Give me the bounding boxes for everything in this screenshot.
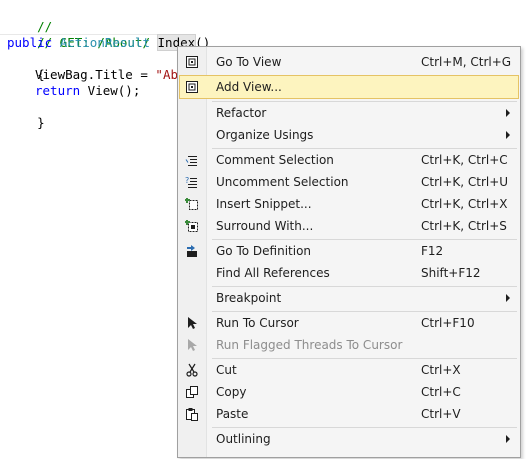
submenu-arrow-icon — [506, 294, 510, 302]
menu-item-shortcut: Ctrl+X — [421, 363, 461, 377]
menu-item-label: Copy — [216, 385, 247, 399]
menu-item-outlining[interactable]: Outlining — [180, 428, 518, 450]
menu-item-label: Organize Usings — [216, 128, 314, 142]
menu-item-label: Refactor — [216, 106, 267, 120]
menu-item-organize-usings[interactable]: Organize Usings — [180, 124, 518, 146]
add-view-icon — [184, 79, 200, 95]
menu-item-label: Go To Definition — [216, 244, 312, 258]
go-to-view-icon — [184, 54, 200, 70]
cursor-arrow-icon — [184, 315, 200, 331]
paste-icon — [184, 406, 200, 422]
menu-item-shortcut: Ctrl+M, Ctrl+G — [421, 55, 512, 69]
menu-item-shortcut: Ctrl+K, Ctrl+U — [421, 175, 509, 189]
menu-item-shortcut: Ctrl+K, Ctrl+S — [421, 219, 507, 233]
menu-item-label: Run Flagged Threads To Cursor — [216, 338, 403, 352]
insert-snippet-icon — [184, 196, 200, 212]
go-to-definition-icon — [184, 243, 200, 259]
menu-item-label: Paste — [216, 407, 249, 421]
uncomment-selection-icon: ? — [184, 174, 200, 190]
menu-item-comment-selection[interactable]: Comment Selection Ctrl+K, Ctrl+C — [180, 149, 518, 171]
surround-with-icon — [184, 218, 200, 234]
menu-item-add-view[interactable]: Add View... — [179, 75, 519, 99]
code-line: return View(); — [35, 83, 140, 99]
menu-item-paste[interactable]: Paste Ctrl+V — [180, 403, 518, 425]
comment-selection-icon — [184, 152, 200, 168]
menu-item-label: Uncomment Selection — [216, 175, 349, 189]
menu-item-copy[interactable]: Copy Ctrl+C — [180, 381, 518, 403]
code-text: View(); — [80, 83, 141, 98]
menu-item-label: Insert Snippet... — [216, 197, 312, 211]
code-line: ViewBag.Title = "Abou — [35, 67, 193, 83]
menu-item-cut[interactable]: Cut Ctrl+X — [180, 359, 518, 381]
menu-item-label: Surround With... — [216, 219, 314, 233]
code-line: // — [7, 3, 52, 34]
menu-item-label: Comment Selection — [216, 153, 334, 167]
cursor-arrow-icon — [184, 337, 200, 353]
menu-item-shortcut: Ctrl+V — [421, 407, 461, 421]
copy-icon — [184, 384, 200, 400]
menu-item-go-to-view[interactable]: Go To View Ctrl+M, Ctrl+G — [180, 51, 518, 73]
code-line: { — [7, 51, 45, 82]
code-line: } — [7, 99, 45, 130]
menu-item-label: Add View... — [216, 80, 282, 94]
menu-item-run-flagged-threads-to-cursor: Run Flagged Threads To Cursor — [180, 334, 518, 356]
submenu-arrow-icon — [506, 131, 510, 139]
menu-item-shortcut: Ctrl+K, Ctrl+C — [421, 153, 508, 167]
code-type: ActionResult — [59, 35, 150, 50]
menu-item-breakpoint[interactable]: Breakpoint — [180, 287, 518, 309]
menu-item-shortcut: F12 — [421, 244, 444, 258]
menu-item-label: Outlining — [216, 432, 271, 446]
menu-item-find-all-references[interactable]: Find All References Shift+F12 — [180, 262, 518, 284]
menu-item-refactor[interactable]: Refactor — [180, 102, 518, 124]
menu-item-label: Cut — [216, 363, 237, 377]
menu-item-run-to-cursor[interactable]: Run To Cursor Ctrl+F10 — [180, 312, 518, 334]
menu-item-shortcut: Ctrl+K, Ctrl+X — [421, 197, 508, 211]
menu-item-shortcut: Ctrl+C — [421, 385, 461, 399]
menu-item-go-to-definition[interactable]: Go To Definition F12 — [180, 240, 518, 262]
code-text: ViewBag.Title = — [35, 67, 156, 82]
menu-item-label: Breakpoint — [216, 291, 282, 305]
menu-item-label: Run To Cursor — [216, 316, 299, 330]
code-keyword: public — [7, 35, 53, 50]
menu-item-surround-with[interactable]: Surround With... Ctrl+K, Ctrl+S — [180, 215, 518, 237]
code-text: } — [37, 115, 45, 130]
menu-item-shortcut: Ctrl+F10 — [421, 316, 475, 330]
menu-item-uncomment-selection[interactable]: ? Uncomment Selection Ctrl+K, Ctrl+U — [180, 171, 518, 193]
menu-item-insert-snippet[interactable]: Insert Snippet... Ctrl+K, Ctrl+X — [180, 193, 518, 215]
scissors-icon — [184, 362, 200, 378]
svg-text:?: ? — [185, 176, 189, 185]
context-menu: Go To View Ctrl+M, Ctrl+G Add View... Re… — [177, 46, 521, 458]
menu-item-shortcut: Shift+F12 — [421, 266, 481, 280]
menu-item-label: Find All References — [216, 266, 330, 280]
menu-item-label: Go To View — [216, 55, 282, 69]
code-keyword: return — [35, 83, 81, 98]
submenu-arrow-icon — [506, 109, 510, 117]
code-line: // GET: /About/ — [7, 19, 150, 50]
submenu-arrow-icon — [506, 435, 510, 443]
